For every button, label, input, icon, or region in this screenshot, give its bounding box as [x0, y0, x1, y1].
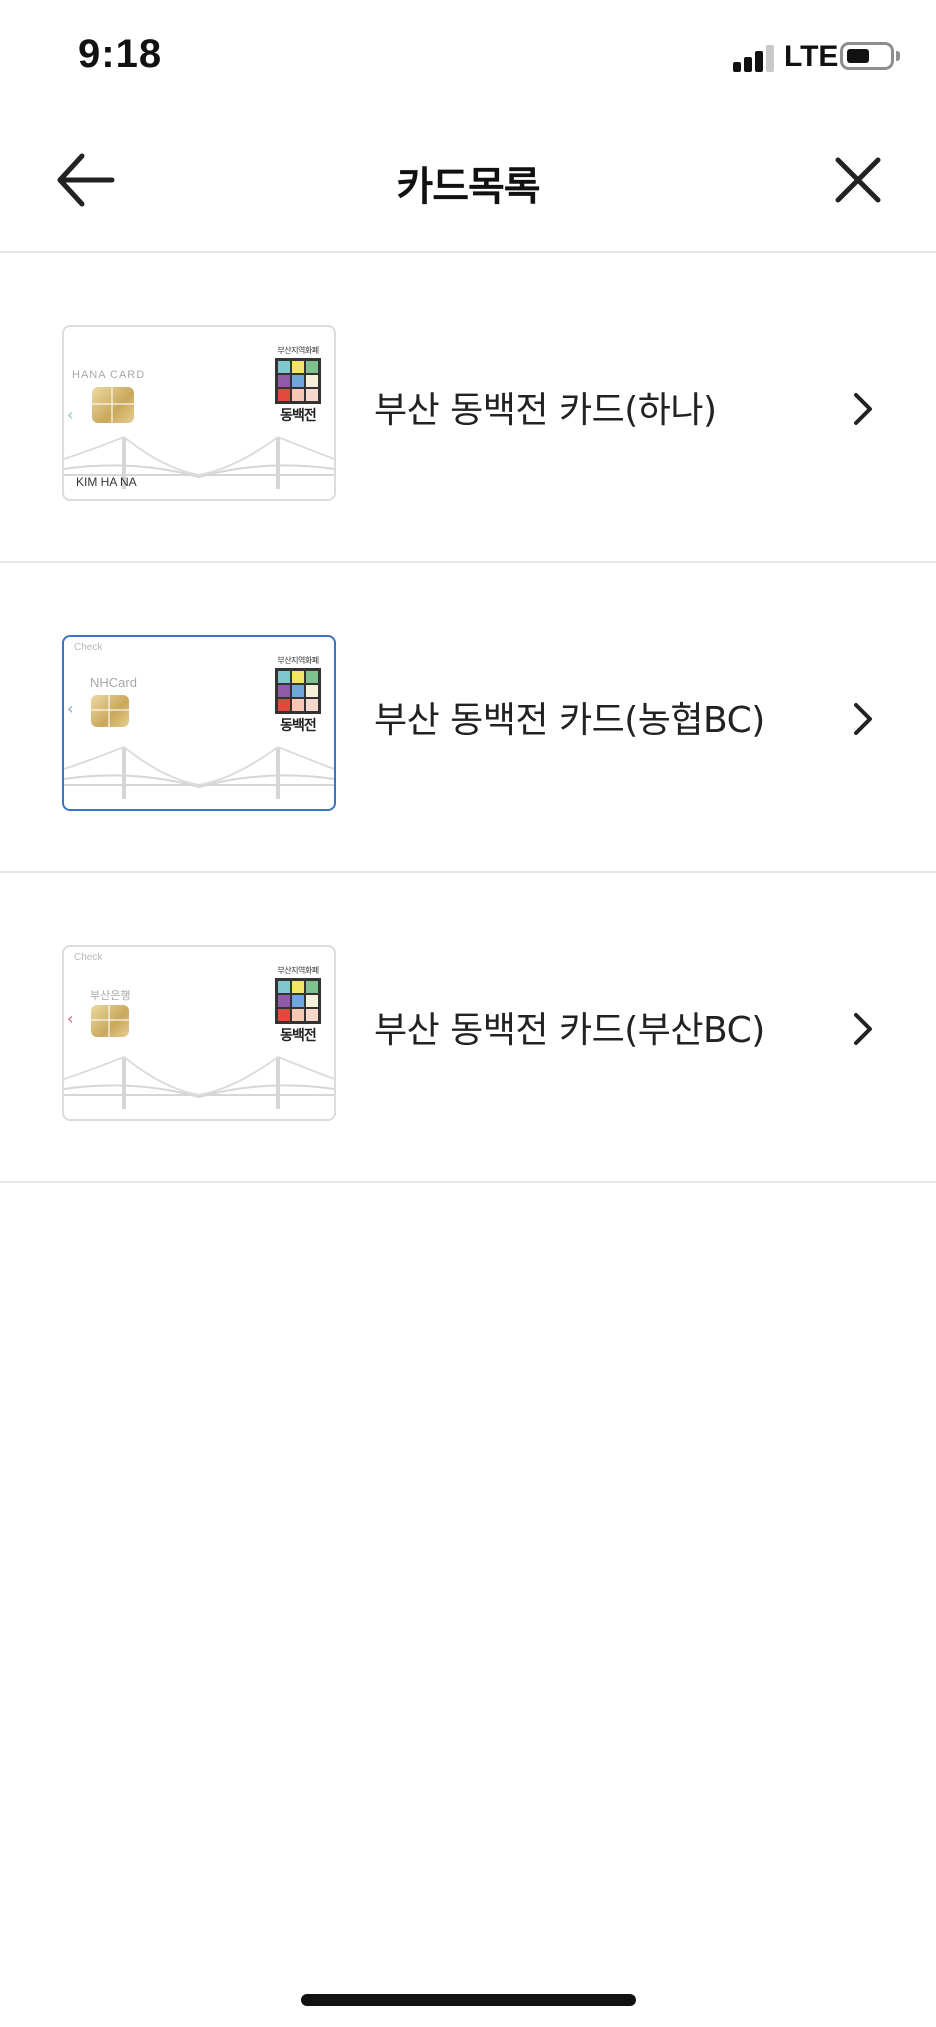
dongbaek-logo: 부산지역화폐 동백전	[272, 345, 324, 425]
card-arrow-icon: ‹	[67, 699, 74, 718]
card-list: HANA CARD ‹ 부산지역화폐 동백전 KIM HA NA 부산 동백전 …	[0, 253, 936, 1183]
card-check-label: Check	[74, 642, 103, 653]
card-brand: 부산은행	[90, 990, 131, 1002]
card-image: HANA CARD ‹ 부산지역화폐 동백전 KIM HA NA	[62, 325, 336, 501]
card-chip-icon	[92, 387, 134, 423]
status-time: 9:18	[78, 32, 163, 76]
card-list-item-hana[interactable]: HANA CARD ‹ 부산지역화폐 동백전 KIM HA NA 부산 동백전 …	[0, 253, 936, 563]
chevron-right-icon	[854, 1013, 872, 1045]
card-brand: NHCard	[90, 675, 137, 690]
card-holder-name: KIM HA NA	[76, 475, 137, 489]
card-check-label: Check	[74, 952, 103, 963]
battery-icon	[840, 42, 894, 70]
card-image: Check NHCard ‹ 부산지역화폐 동백전	[62, 635, 336, 811]
bridge-illustration	[64, 746, 334, 799]
chevron-right-icon	[854, 703, 872, 735]
network-type: LTE	[784, 40, 839, 73]
dongbaek-logo: 부산지역화폐 동백전	[272, 655, 324, 735]
card-list-item-busan[interactable]: Check 부산은행 ‹ 부산지역화폐 동백전 부산 동백전 카드(부산BC)	[0, 873, 936, 1183]
chevron-right-icon	[854, 393, 872, 425]
card-image: Check 부산은행 ‹ 부산지역화폐 동백전	[62, 945, 336, 1121]
bridge-illustration	[64, 1056, 334, 1109]
close-icon	[835, 157, 881, 203]
card-arrow-icon: ‹	[67, 1009, 74, 1028]
status-bar: 9:18 LTE	[0, 0, 936, 110]
card-chip-icon	[91, 1005, 129, 1037]
close-button[interactable]	[828, 150, 888, 210]
card-label: 부산 동백전 카드(하나)	[374, 390, 717, 431]
card-label: 부산 동백전 카드(농협BC)	[374, 700, 765, 741]
home-indicator[interactable]	[301, 1994, 636, 2006]
card-chip-icon	[91, 695, 129, 727]
signal-strength-icon	[733, 42, 777, 72]
card-label: 부산 동백전 카드(부산BC)	[374, 1010, 765, 1051]
card-brand: HANA CARD	[72, 369, 146, 381]
card-arrow-icon: ‹	[67, 405, 74, 424]
card-list-item-nh[interactable]: Check NHCard ‹ 부산지역화폐 동백전 부산 동백전 카드(농협BC…	[0, 563, 936, 873]
page-title: 카드목록	[396, 164, 540, 210]
header: 카드목록	[0, 110, 936, 253]
battery-tip	[896, 51, 900, 61]
dongbaek-logo: 부산지역화폐 동백전	[272, 965, 324, 1045]
